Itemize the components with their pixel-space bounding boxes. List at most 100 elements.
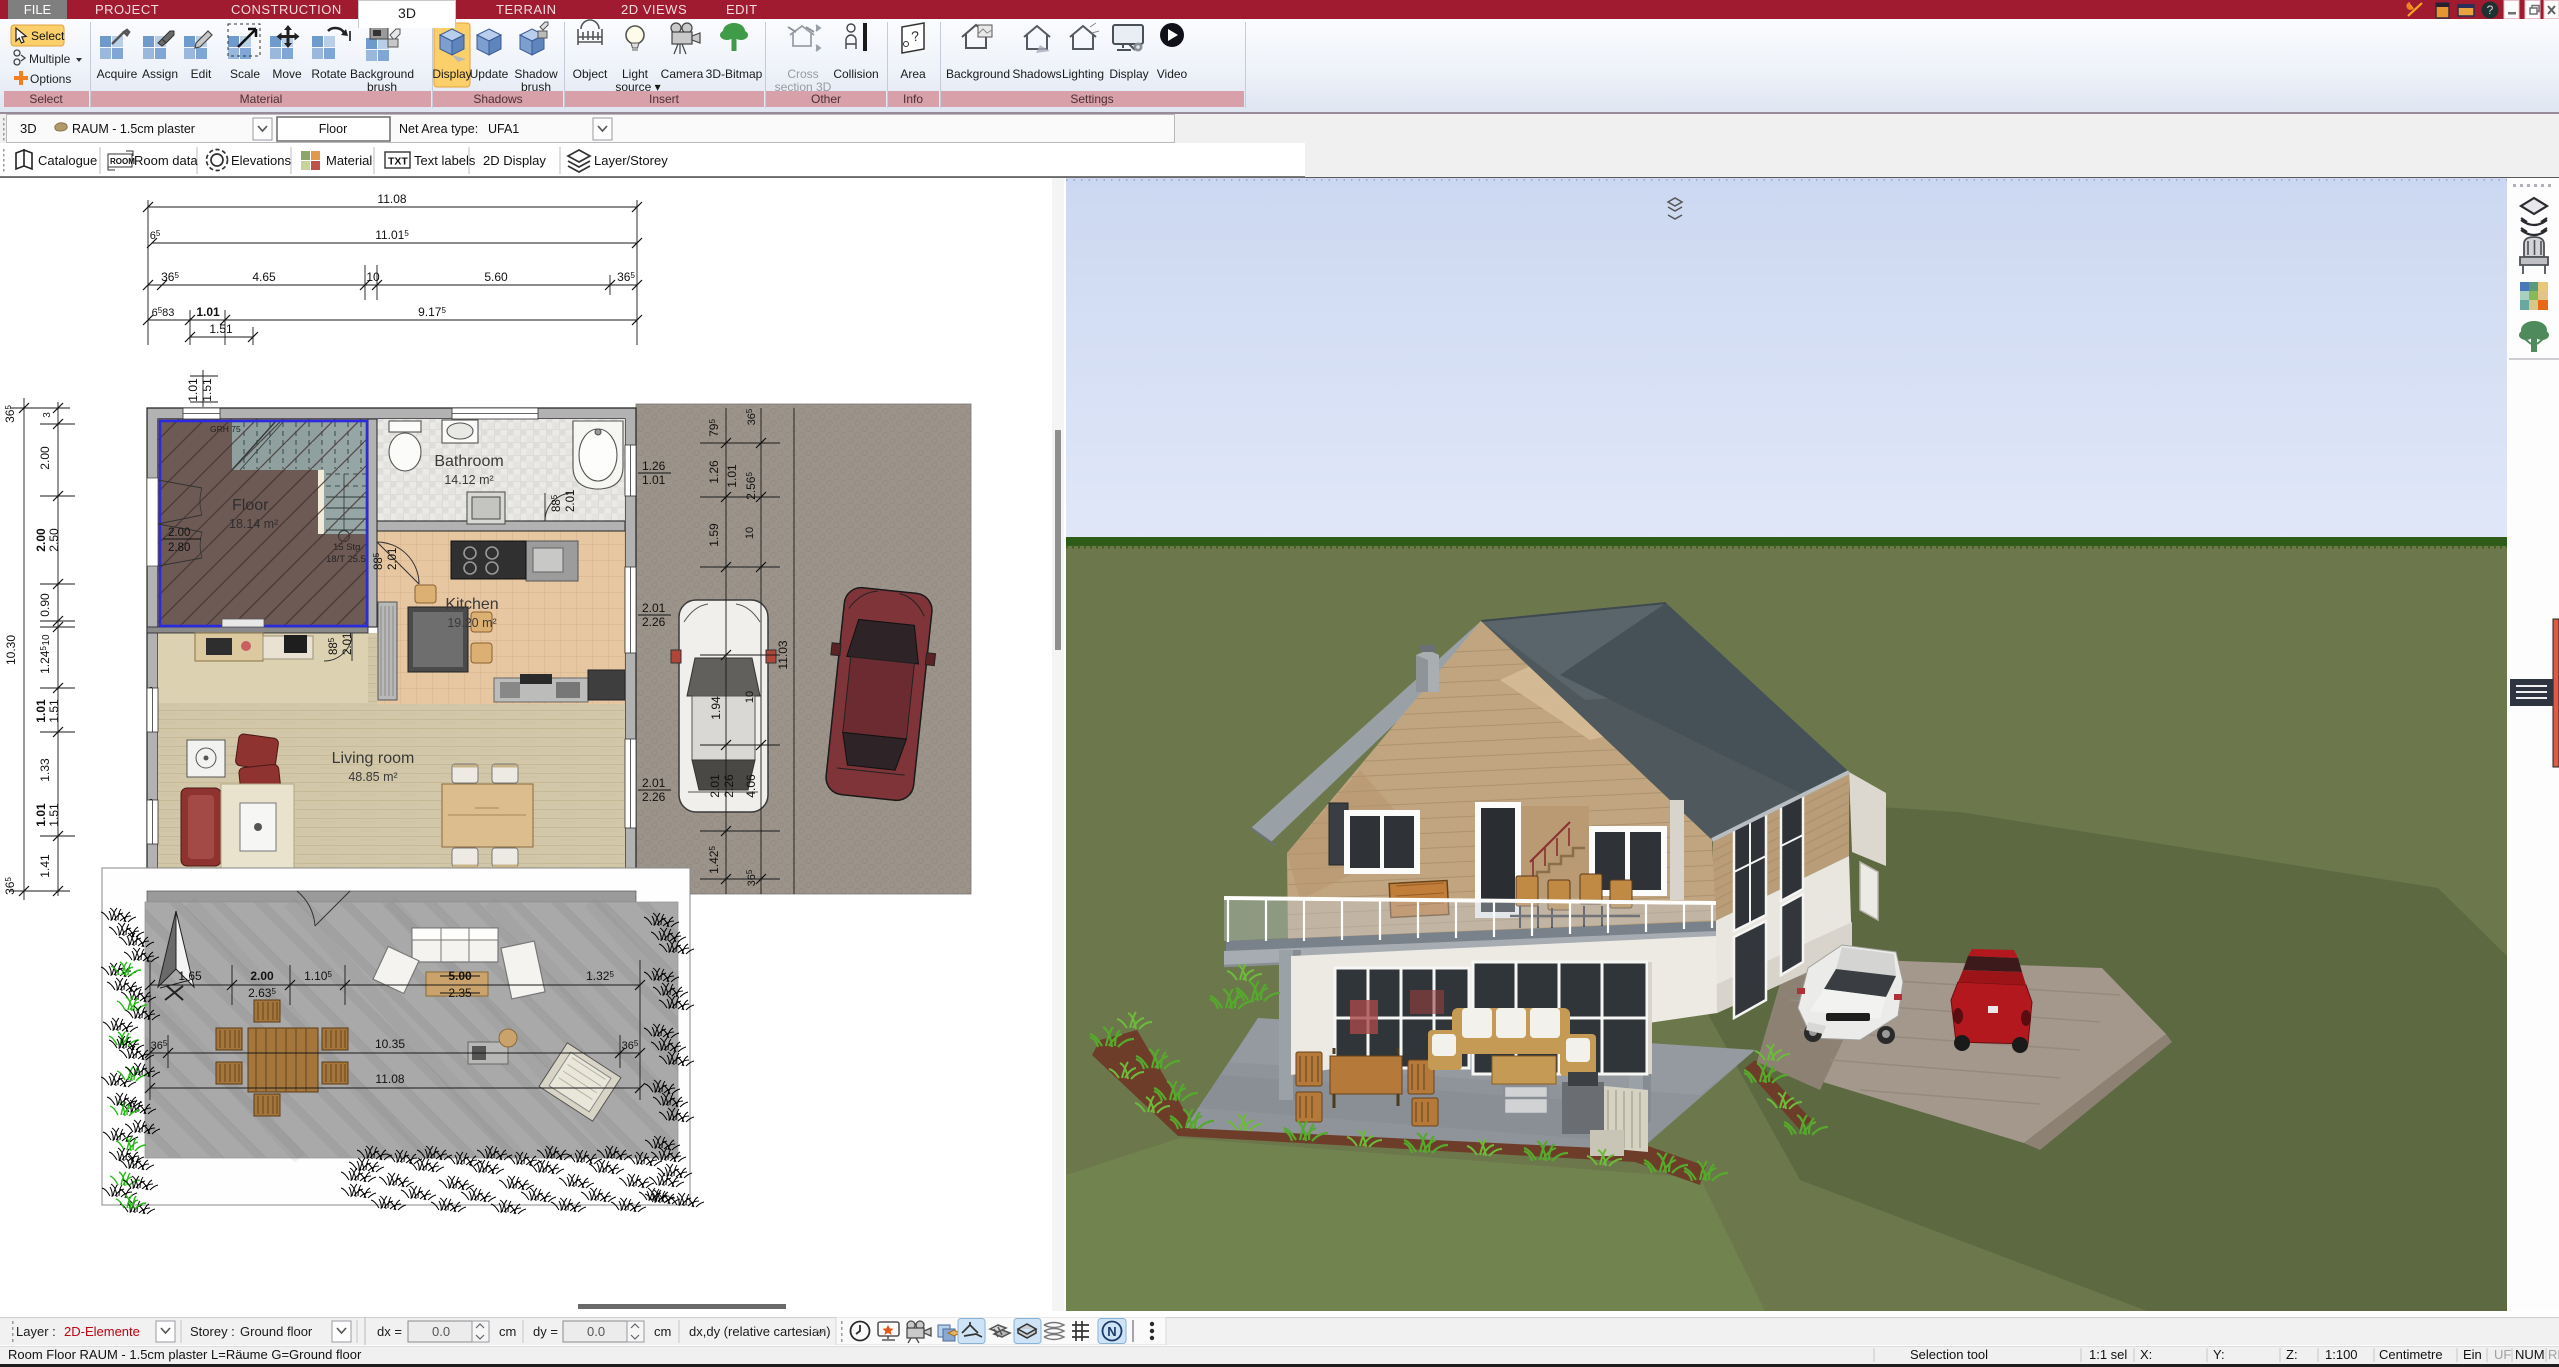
svg-text:Lighting: Lighting: [1062, 67, 1104, 81]
svg-text:14.12 m²: 14.12 m²: [444, 473, 493, 487]
svg-text:Acquire: Acquire: [97, 67, 138, 81]
svg-text:Z:: Z:: [2286, 1347, 2298, 1362]
svg-text:2.01: 2.01: [342, 633, 354, 655]
svg-text:19.20 m²: 19.20 m²: [447, 616, 496, 630]
svg-text:GRH 75: GRH 75: [210, 424, 241, 434]
svg-text:10: 10: [744, 691, 756, 703]
svg-text:Y:: Y:: [2213, 1347, 2225, 1362]
svg-text:Rotate: Rotate: [311, 67, 347, 81]
svg-text:2.00: 2.00: [34, 528, 48, 552]
svg-text:11.08: 11.08: [375, 1072, 404, 1086]
svg-text:2.26: 2.26: [642, 790, 666, 804]
svg-text:2.26: 2.26: [642, 615, 666, 629]
svg-text:11.015: 11.015: [375, 228, 409, 242]
svg-text:cm: cm: [499, 1324, 516, 1339]
svg-text:Display: Display: [432, 67, 471, 81]
svg-text:Insert: Insert: [649, 92, 680, 106]
svg-text:1.59: 1.59: [707, 523, 721, 547]
svg-text:1.01: 1.01: [186, 378, 200, 402]
svg-text:dx,dy (relative cartesian): dx,dy (relative cartesian): [689, 1324, 831, 1339]
svg-text:Living room: Living room: [332, 750, 415, 767]
svg-text:TXT: TXT: [388, 156, 408, 168]
svg-text:1.94: 1.94: [709, 696, 723, 720]
svg-text:1.01: 1.01: [642, 473, 666, 487]
svg-text:1:100: 1:100: [2325, 1347, 2358, 1362]
svg-text:Scale: Scale: [230, 67, 260, 81]
svg-text:Update: Update: [470, 67, 509, 81]
svg-text:48.85 m²: 48.85 m²: [348, 770, 397, 784]
svg-text:Select: Select: [29, 92, 63, 106]
svg-text:2.01: 2.01: [387, 548, 399, 570]
svg-text:Catalogue: Catalogue: [38, 153, 97, 168]
svg-text:RAUM - 1.5cm plaster: RAUM - 1.5cm plaster: [72, 122, 195, 136]
svg-text:Room data: Room data: [134, 153, 198, 168]
svg-text:Info: Info: [903, 92, 923, 106]
svg-text:Edit: Edit: [191, 67, 212, 81]
svg-text:5.60: 5.60: [484, 270, 508, 284]
svg-text:Centimetre: Centimetre: [2379, 1347, 2443, 1362]
svg-text:Shadow: Shadow: [514, 67, 558, 81]
svg-text:Camera: Camera: [661, 67, 704, 81]
svg-text:RF: RF: [2548, 1347, 2559, 1362]
svg-text:section 3D: section 3D: [775, 80, 832, 94]
svg-text:Cross: Cross: [787, 67, 818, 81]
svg-text:1.26: 1.26: [642, 459, 666, 473]
svg-text:18.14 m²: 18.14 m²: [229, 517, 278, 531]
svg-text:1.51: 1.51: [47, 803, 61, 827]
svg-text:3D-Bitmap: 3D-Bitmap: [706, 67, 763, 81]
svg-text:N: N: [1107, 1324, 1116, 1339]
svg-text:11.03: 11.03: [776, 640, 790, 669]
svg-text:1.26: 1.26: [707, 460, 721, 484]
svg-text:source ▾: source ▾: [615, 80, 660, 94]
svg-text:Ein: Ein: [2463, 1347, 2482, 1362]
svg-text:6583: 6583: [152, 306, 175, 319]
svg-text:11.08: 11.08: [377, 192, 406, 206]
svg-text:1.51: 1.51: [47, 699, 61, 723]
svg-text:10.30: 10.30: [4, 635, 18, 665]
svg-text:1.51: 1.51: [209, 322, 233, 336]
svg-text:Settings: Settings: [1070, 92, 1113, 106]
svg-text:Selection tool: Selection tool: [1910, 1347, 1988, 1362]
svg-text:Area: Area: [900, 67, 926, 81]
svg-text:10: 10: [366, 270, 380, 284]
svg-text:Kitchen: Kitchen: [445, 596, 498, 613]
svg-text:Light: Light: [622, 67, 649, 81]
svg-text:Room Floor RAUM - 1.5cm plaste: Room Floor RAUM - 1.5cm plaster L=Räume …: [8, 1347, 362, 1362]
svg-text:2.01: 2.01: [708, 774, 722, 798]
svg-text:3: 3: [42, 412, 53, 418]
svg-text:Storey :: Storey :: [190, 1324, 235, 1339]
svg-text:X:: X:: [2140, 1347, 2152, 1362]
svg-text:1.01: 1.01: [725, 464, 739, 488]
svg-text:0.0: 0.0: [432, 1324, 450, 1339]
svg-text:2D Display: 2D Display: [483, 153, 546, 168]
svg-text:1.41: 1.41: [38, 854, 52, 878]
svg-text:3D: 3D: [20, 121, 37, 136]
svg-text:NUM: NUM: [2515, 1347, 2545, 1362]
svg-text:Shadows: Shadows: [473, 92, 522, 106]
svg-text:?: ?: [2487, 3, 2494, 17]
svg-text:1.01: 1.01: [196, 305, 220, 319]
svg-text:2.00: 2.00: [168, 527, 190, 539]
svg-text:UF: UF: [2494, 1347, 2511, 1362]
svg-text:Elevations: Elevations: [231, 153, 291, 168]
svg-text:Object: Object: [573, 67, 608, 81]
svg-text:0.0: 0.0: [587, 1324, 605, 1339]
svg-text:Other: Other: [811, 92, 841, 106]
svg-text:Layer/Storey: Layer/Storey: [594, 153, 668, 168]
svg-text:Floor: Floor: [232, 497, 269, 514]
svg-text:Display: Display: [1109, 67, 1148, 81]
svg-text:Material: Material: [240, 92, 283, 106]
svg-text:cm: cm: [654, 1324, 671, 1339]
svg-text:brush: brush: [521, 80, 551, 94]
svg-text:ROOM: ROOM: [110, 157, 135, 166]
svg-text:Ground floor: Ground floor: [240, 1324, 313, 1339]
svg-text:2.80: 2.80: [168, 542, 190, 554]
svg-text:1.65: 1.65: [178, 969, 202, 983]
svg-text:10: 10: [744, 527, 756, 539]
svg-text:2.01: 2.01: [565, 490, 577, 512]
svg-text:2.00: 2.00: [38, 446, 52, 470]
svg-text:1.51: 1.51: [200, 378, 214, 402]
svg-text:Net Area type:: Net Area type:: [399, 122, 478, 136]
svg-text:Text labels: Text labels: [414, 153, 476, 168]
svg-text:Shadows: Shadows: [1012, 67, 1061, 81]
